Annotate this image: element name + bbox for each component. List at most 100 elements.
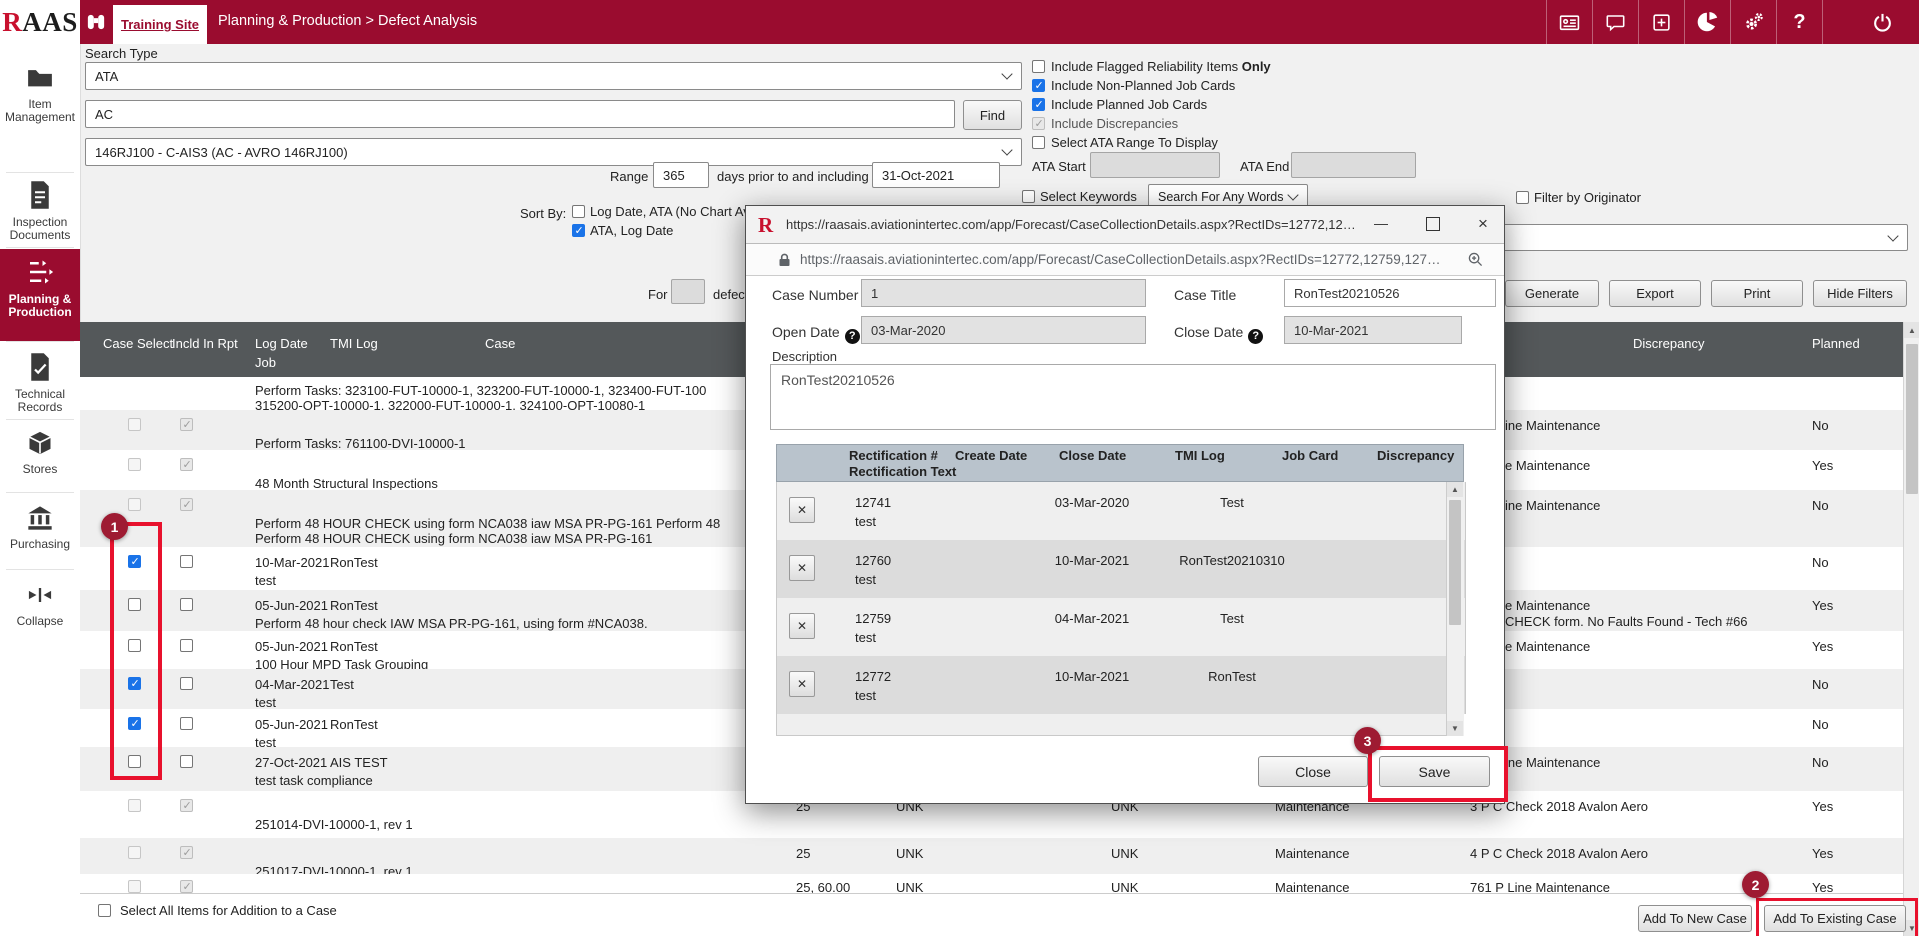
case-select-checkbox[interactable]	[128, 639, 141, 652]
tmi-log-link[interactable]: AIS TEST	[330, 755, 388, 770]
settings-gears-icon[interactable]	[1731, 0, 1776, 44]
help-question-icon[interactable]: ?	[845, 329, 860, 344]
incld-in-rpt-checkbox[interactable]	[180, 677, 193, 690]
remove-rectification-button[interactable]: ✕	[789, 555, 815, 581]
scroll-up-arrow[interactable]: ▲	[1447, 482, 1463, 497]
close-window-icon[interactable]: ×	[1478, 214, 1488, 234]
case-text: test	[255, 695, 276, 709]
modal-save-button[interactable]: Save	[1379, 756, 1490, 787]
sidebar-item-planning-production[interactable]: Planning & Production	[0, 257, 80, 319]
sidebar-collapse-button[interactable]: Collapse	[0, 581, 80, 628]
incld-in-rpt-checkbox[interactable]	[180, 755, 193, 768]
case-select-checkbox[interactable]	[128, 598, 141, 611]
select-keywords-checkbox[interactable]	[1022, 190, 1035, 203]
discrepancy-link[interactable]: e Maintenance	[1505, 639, 1590, 654]
modal-close-button[interactable]: Close	[1258, 756, 1368, 787]
include-planned-checkbox[interactable]	[1032, 98, 1045, 111]
scroll-down-arrow[interactable]: ▼	[1904, 920, 1919, 936]
sort-logdate-checkbox[interactable]	[572, 205, 585, 218]
modal-table-scrollbar[interactable]: ▲ ▼	[1446, 482, 1464, 736]
remove-rectification-button[interactable]: ✕	[789, 497, 815, 523]
discrepancy-link[interactable]: e Maintenance	[1505, 458, 1590, 473]
mid-cell: 25, 60.00	[796, 880, 850, 893]
include-nonplanned-checkbox[interactable]	[1032, 79, 1045, 92]
planned-cell: Yes	[1812, 799, 1833, 814]
maximize-icon[interactable]	[1426, 217, 1440, 231]
incld-in-rpt-checkbox[interactable]	[180, 598, 193, 611]
range-input[interactable]: 365	[653, 162, 709, 188]
select-ata-range-checkbox[interactable]	[1032, 136, 1045, 149]
tmi-log-link[interactable]: RonTest20210310	[1152, 553, 1312, 568]
scroll-down-arrow[interactable]: ▼	[1447, 721, 1463, 736]
case-select-checkbox[interactable]	[128, 555, 141, 568]
power-logout-icon[interactable]	[1860, 0, 1905, 44]
tmi-log-link[interactable]: RonTest	[330, 639, 378, 654]
rectification-row: ✕12741test03-Mar-2020Test	[776, 482, 1466, 540]
tmi-log-link[interactable]: RonTest	[1152, 669, 1312, 684]
tmi-log-link[interactable]: RonTest	[330, 717, 378, 732]
find-button[interactable]: Find	[963, 100, 1022, 130]
tmi-log-link[interactable]: RonTest	[330, 555, 378, 570]
discrepancy-link[interactable]: e Maintenance	[1505, 598, 1590, 613]
generate-button[interactable]: Generate	[1505, 280, 1599, 307]
tab-training-site[interactable]: Training Site	[113, 5, 207, 44]
filter-originator-checkbox[interactable]	[1516, 191, 1529, 204]
range-date-input[interactable]: 31-Oct-2021	[872, 162, 1000, 188]
incld-in-rpt-checkbox	[180, 799, 193, 812]
add-to-new-case-button[interactable]: Add To New Case	[1638, 905, 1752, 932]
add-icon[interactable]	[1639, 0, 1684, 44]
tmi-log-link[interactable]: Test	[330, 677, 354, 692]
collapse-icon	[26, 581, 54, 609]
print-button[interactable]: Print	[1711, 280, 1803, 307]
sidebar-item-item-management[interactable]: Item Management	[0, 62, 80, 124]
discrepancy-link[interactable]: 4 P C Check 2018 Avalon Aero	[1470, 846, 1648, 861]
scrollbar-thumb[interactable]	[1449, 500, 1461, 625]
incld-in-rpt-checkbox[interactable]	[180, 555, 193, 568]
case-select-checkbox[interactable]	[128, 755, 141, 768]
help-icon[interactable]: ?	[1777, 0, 1822, 44]
discrepancy-link[interactable]: 761 P Line Maintenance	[1470, 880, 1610, 893]
sidebar-item-purchasing[interactable]: Purchasing	[0, 504, 80, 551]
sidebar-item-inspection-documents[interactable]: Inspection Documents	[0, 140, 80, 242]
case-select-checkbox[interactable]	[128, 677, 141, 690]
include-flagged-checkbox[interactable]	[1032, 60, 1045, 73]
pie-chart-icon[interactable]	[1685, 0, 1730, 44]
description-textarea[interactable]: RonTest20210526	[770, 364, 1496, 430]
hide-filters-button[interactable]: Hide Filters	[1813, 280, 1907, 307]
sidebar-item-technical-records[interactable]: Technical Records	[0, 352, 80, 414]
search-type-select[interactable]: ATA	[85, 62, 1022, 90]
zoom-page-icon[interactable]	[1468, 252, 1483, 267]
contact-card-icon[interactable]	[1547, 0, 1592, 44]
discrepancy-link[interactable]: ine Maintenance	[1505, 755, 1600, 770]
sort-ata-checkbox[interactable]	[572, 224, 585, 237]
remove-rectification-button[interactable]: ✕	[789, 671, 815, 697]
case-title-input[interactable]: RonTest20210526	[1284, 279, 1496, 307]
add-to-existing-case-button[interactable]: Add To Existing Case	[1764, 905, 1906, 932]
tmi-log-link[interactable]: Test	[1152, 495, 1312, 510]
binoculars-icon[interactable]	[82, 0, 110, 44]
minimize-icon[interactable]: —	[1374, 215, 1390, 231]
case-select-checkbox[interactable]	[128, 717, 141, 730]
log-date-cell: 05-Jun-2021	[255, 639, 328, 654]
scrollbar-thumb[interactable]	[1906, 344, 1918, 494]
incld-in-rpt-checkbox[interactable]	[180, 717, 193, 730]
select-all-checkbox[interactable]	[98, 904, 111, 917]
close-date-cell: 10-Mar-2021	[1037, 669, 1147, 684]
incld-in-rpt-checkbox[interactable]	[180, 639, 193, 652]
discrepancy-link[interactable]: ine Maintenance	[1505, 418, 1600, 433]
mid-cell: 25	[796, 846, 810, 861]
tmi-log-link[interactable]: RonTest	[330, 598, 378, 613]
search-input[interactable]: AC	[85, 100, 955, 128]
sidebar-item-stores[interactable]: Stores	[0, 429, 80, 476]
tmi-log-link[interactable]: Test	[1152, 611, 1312, 626]
remove-rectification-button[interactable]: ✕	[789, 613, 815, 639]
scroll-up-arrow[interactable]: ▲	[1904, 322, 1919, 338]
export-button[interactable]: Export	[1609, 280, 1701, 307]
include-discrepancies-checkbox[interactable]	[1032, 117, 1045, 130]
popup-title-bar[interactable]: R https://raasais.aviationintertec.com/a…	[746, 206, 1504, 244]
discrepancy-link[interactable]: ine Maintenance	[1505, 498, 1600, 513]
chat-icon[interactable]	[1593, 0, 1638, 44]
address-url[interactable]: https://raasais.aviationintertec.com/app…	[800, 252, 1445, 267]
help-question-icon[interactable]: ?	[1248, 329, 1263, 344]
main-scrollbar[interactable]: ▲ ▼	[1903, 322, 1919, 936]
